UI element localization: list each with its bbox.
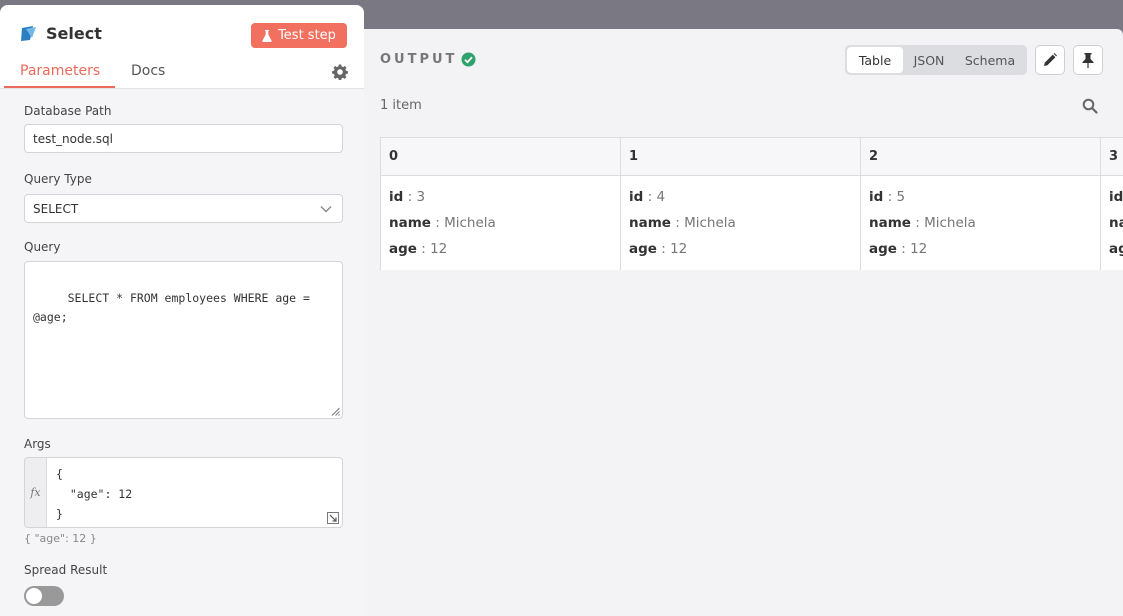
- field-value: 3: [416, 189, 426, 205]
- table-cell: id : 5 name : Michela age : 12: [860, 175, 1101, 270]
- database-path-input[interactable]: test_node.sql: [24, 124, 343, 153]
- cell-field: id : 3: [389, 189, 426, 205]
- column-header: 3: [1100, 137, 1123, 176]
- pin-icon: [1082, 52, 1094, 68]
- args-code: { "age": 12 }: [56, 467, 133, 521]
- node-parameters-panel: Select Test step Parameters Docs Databas…: [0, 5, 364, 616]
- args-label: Args: [24, 437, 51, 451]
- field-value: 12: [910, 241, 928, 257]
- table-cell: id : 3 name : Michela age : 12: [380, 175, 621, 270]
- edit-output-button[interactable]: [1035, 45, 1065, 75]
- column-header: 0: [380, 137, 621, 176]
- pin-output-button[interactable]: [1073, 45, 1103, 75]
- cell-field: id : 4: [629, 189, 666, 205]
- field-value: 5: [896, 189, 906, 205]
- cell-field: name : Michela: [389, 215, 496, 231]
- cell-field: age: [1109, 236, 1123, 262]
- field-key: name: [629, 215, 671, 231]
- table-row: id : 3 name : Michela age : 12 id : 4 na…: [380, 175, 1123, 270]
- args-result-preview: { "age": 12 }: [24, 532, 97, 545]
- field-key: name: [389, 215, 431, 231]
- field-key: name: [1109, 215, 1123, 231]
- node-icon: [21, 26, 36, 41]
- cell-field: age : 12: [629, 241, 688, 257]
- query-type-label: Query Type: [24, 172, 92, 186]
- check-circle-icon: [461, 52, 476, 67]
- test-step-button[interactable]: Test step: [251, 23, 347, 48]
- view-json-button[interactable]: JSON: [903, 47, 955, 73]
- query-textarea[interactable]: SELECT * FROM employees WHERE age = @age…: [24, 261, 343, 419]
- spread-result-toggle[interactable]: [24, 586, 64, 606]
- field-value: Michela: [684, 215, 736, 231]
- search-icon[interactable]: [1082, 98, 1098, 114]
- column-header: 2: [860, 137, 1101, 176]
- toggle-knob: [26, 588, 42, 604]
- field-key: name: [869, 215, 911, 231]
- field-value: Michela: [444, 215, 496, 231]
- view-table-button[interactable]: Table: [847, 47, 903, 73]
- query-type-select[interactable]: SELECT: [24, 194, 343, 223]
- cell-field: id : 5: [869, 189, 906, 205]
- resize-handle-icon[interactable]: [331, 407, 340, 416]
- expression-fx-icon: fx: [25, 458, 47, 527]
- node-title: Select: [46, 24, 102, 43]
- active-tab-indicator: [4, 86, 115, 88]
- field-key: age: [629, 241, 657, 257]
- tab-parameters[interactable]: Parameters: [20, 63, 100, 79]
- flask-icon: [262, 29, 272, 42]
- spread-result-label: Spread Result: [24, 563, 108, 577]
- query-label: Query: [24, 240, 61, 254]
- field-value: 12: [670, 241, 688, 257]
- table-header-row: 0 1 2 3: [380, 137, 1123, 176]
- field-key: age: [389, 241, 417, 257]
- node-header: Select Test step Parameters Docs: [0, 5, 364, 89]
- chevron-down-icon: [320, 205, 332, 212]
- field-key: age: [1109, 241, 1123, 257]
- field-value: 12: [430, 241, 448, 257]
- table-cell: id : 4 name : Michela age : 12: [620, 175, 861, 270]
- database-path-label: Database Path: [24, 104, 112, 118]
- output-panel: OUTPUT Table JSON Schema 1 item 0 1 2 3 …: [364, 29, 1123, 616]
- view-switch: Table JSON Schema: [845, 45, 1027, 75]
- field-key: id: [869, 189, 884, 205]
- field-value: Michela: [924, 215, 976, 231]
- output-table: 0 1 2 3 id : 3 name : Michela age : 12 i…: [380, 137, 1123, 270]
- field-key: id: [629, 189, 644, 205]
- table-cell: id name age: [1100, 175, 1123, 270]
- query-type-value: SELECT: [33, 201, 79, 216]
- gear-icon[interactable]: [332, 64, 348, 80]
- output-title: OUTPUT: [380, 52, 458, 67]
- cell-field: id: [1109, 184, 1123, 210]
- cell-field: age : 12: [389, 241, 448, 257]
- query-text: SELECT * FROM employees WHERE age = @age…: [33, 291, 310, 324]
- test-step-label: Test step: [278, 28, 336, 43]
- output-table-wrapper: 0 1 2 3 id : 3 name : Michela age : 12 i…: [380, 137, 1123, 270]
- cell-field: name : Michela: [869, 215, 976, 231]
- item-count: 1 item: [380, 98, 422, 113]
- field-key: id: [389, 189, 404, 205]
- field-value: 4: [656, 189, 666, 205]
- cell-field: age : 12: [869, 241, 928, 257]
- pencil-icon: [1044, 53, 1057, 66]
- field-key: id: [1109, 189, 1123, 205]
- cell-field: name: [1109, 210, 1123, 236]
- cell-field: name : Michela: [629, 215, 736, 231]
- view-schema-button[interactable]: Schema: [955, 47, 1025, 73]
- field-key: age: [869, 241, 897, 257]
- expand-icon[interactable]: [327, 512, 339, 524]
- args-editor[interactable]: fx { "age": 12 }: [24, 457, 343, 528]
- column-header: 1: [620, 137, 861, 176]
- tab-docs[interactable]: Docs: [131, 63, 165, 79]
